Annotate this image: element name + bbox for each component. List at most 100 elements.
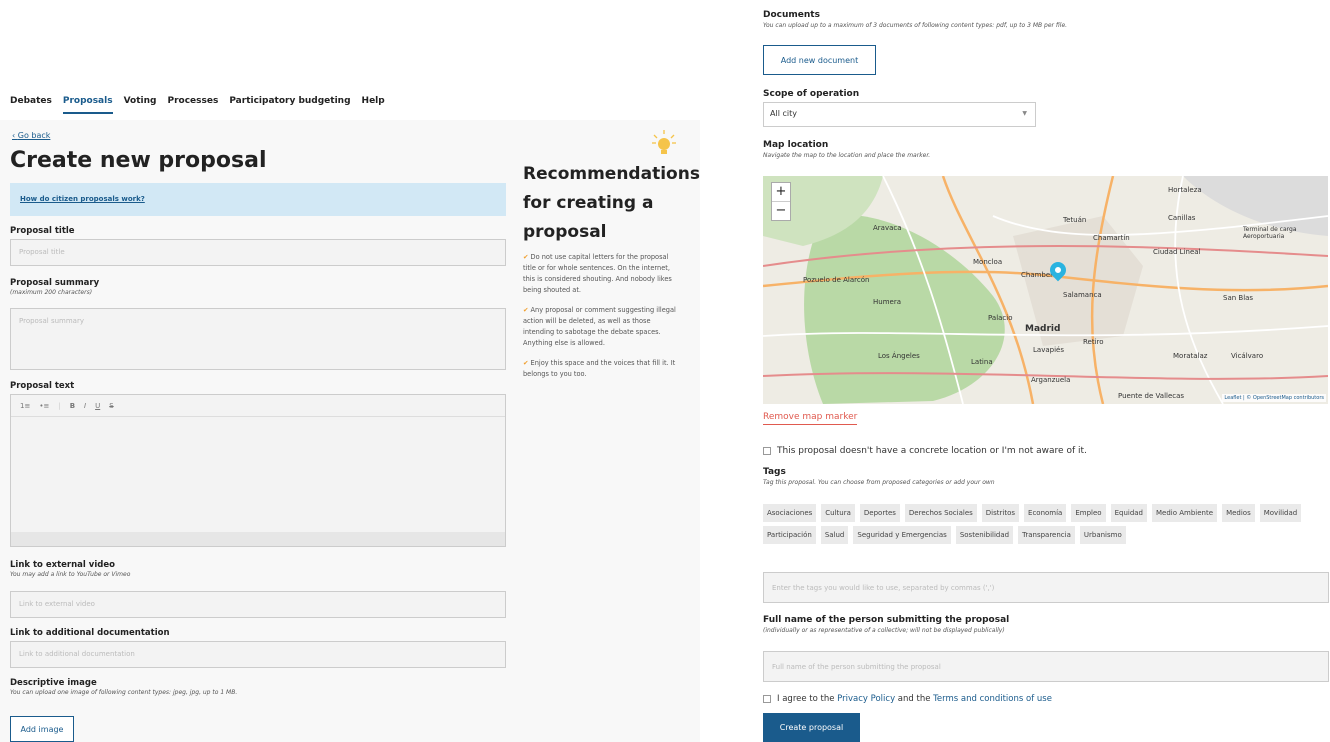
tag-chip[interactable]: Economía [1024, 504, 1067, 522]
map-label-madrid: Madrid [1025, 324, 1061, 334]
proposal-title-label: Proposal title [10, 226, 75, 236]
recommendation-text: Do not use capital letters for the propo… [523, 253, 672, 294]
bullet-list-icon[interactable]: •≡ [39, 402, 49, 410]
go-back-link[interactable]: ‹ Go back [12, 131, 50, 140]
docs-link-input[interactable]: Link to additional documentation [10, 641, 506, 668]
underline-icon[interactable]: U [95, 402, 100, 410]
image-hint: You can upload one image of following co… [10, 689, 238, 696]
bold-icon[interactable]: B [70, 402, 75, 410]
tag-chip[interactable]: Empleo [1071, 504, 1106, 522]
map-label-salamanca: Salamanca [1063, 291, 1102, 299]
scope-select[interactable]: All city ▼ [763, 102, 1036, 127]
tag-chip[interactable]: Transparencia [1018, 526, 1075, 544]
check-icon: ✔ [523, 306, 529, 314]
map-label-lavapies: Lavapiés [1033, 346, 1064, 354]
chevron-down-icon: ▼ [1022, 110, 1027, 117]
zoom-in-button[interactable]: + [772, 183, 790, 201]
fullname-input[interactable]: Full name of the person submitting the p… [763, 651, 1329, 682]
proposal-text-editor[interactable]: 1≡ •≡ | B I U S [10, 394, 506, 547]
map-attribution[interactable]: Leaflet | © OpenStreetMap contributors [1222, 394, 1326, 402]
terms-link[interactable]: Terms and conditions of use [933, 694, 1052, 704]
check-icon: ✔ [523, 253, 529, 261]
nav-proposals[interactable]: Proposals [62, 96, 113, 114]
tag-chip[interactable]: Seguridad y Emergencias [853, 526, 951, 544]
tag-chip[interactable]: Participación [763, 526, 816, 544]
help-callout: How do citizen proposals work? [10, 183, 506, 216]
documents-label: Documents [763, 10, 820, 20]
tags-label: Tags [763, 467, 786, 477]
image-label: Descriptive image [10, 678, 97, 688]
ordered-list-icon[interactable]: 1≡ [20, 402, 30, 410]
map-tiles [763, 176, 1328, 404]
nav-participatory-budgeting[interactable]: Participatory budgeting [229, 96, 350, 114]
recommendation-text: Any proposal or comment suggesting illeg… [523, 306, 676, 347]
recommendation-item: ✔ Enjoy this space and the voices that fi… [523, 358, 683, 380]
map-label-moncloa: Moncloa [973, 258, 1003, 266]
create-proposal-button[interactable]: Create proposal [763, 713, 860, 742]
tag-chip[interactable]: Derechos Sociales [904, 504, 977, 522]
tag-chip[interactable]: Deportes [859, 504, 900, 522]
map-label-san-blas: San Blas [1223, 294, 1254, 302]
fullname-label: Full name of the person submitting the p… [763, 615, 1010, 625]
map-label-retiro: Retiro [1083, 338, 1104, 346]
map-label-moratalaz: Moratalaz [1173, 352, 1208, 360]
tags-hint: Tag this proposal. You can choose from p… [763, 479, 995, 486]
map-label-vallecas: Puente de Vallecas [1118, 392, 1185, 400]
map-label-ciudad-lineal: Ciudad Lineal [1153, 248, 1201, 256]
help-link[interactable]: How do citizen proposals work? [20, 195, 145, 203]
map-label-canillas: Canillas [1168, 214, 1196, 222]
nav-help[interactable]: Help [362, 96, 385, 114]
privacy-policy-link[interactable]: Privacy Policy [837, 694, 895, 704]
map-label-chamartin: Chamartín [1093, 234, 1130, 242]
tag-chip[interactable]: Salud [820, 526, 849, 544]
recommendations-title: Recommendations for creating a proposal [523, 164, 700, 242]
tags-input[interactable]: Enter the tags you would like to use, se… [763, 572, 1329, 603]
tag-chip[interactable]: Urbanismo [1079, 526, 1126, 544]
documents-hint: You can upload up to a maximum of 3 docu… [763, 22, 1068, 29]
recommendations-list: ✔ Do not use capital letters for the prop… [523, 252, 683, 389]
terms-checkbox[interactable] [763, 694, 771, 703]
italic-icon[interactable]: I [84, 402, 86, 410]
proposal-title-input[interactable]: Proposal title [10, 239, 506, 266]
docs-link-label: Link to additional documentation [10, 628, 170, 638]
map-label-terminal: Terminal de carga Aeroportuaria [1243, 226, 1297, 240]
tag-chip[interactable]: Medio Ambiente [1152, 504, 1218, 522]
map-label-latina: Latina [971, 358, 993, 366]
lightbulb-icon [652, 130, 676, 160]
recommendation-text: Enjoy this space and the voices that fil… [523, 359, 676, 378]
tag-chip[interactable]: Distritos [981, 504, 1020, 522]
nav-debates[interactable]: Debates [10, 96, 52, 114]
scope-value: All city [770, 109, 797, 118]
no-location-checkbox[interactable] [763, 446, 771, 455]
zoom-out-button[interactable]: − [772, 201, 790, 220]
map-label-humera: Humera [873, 298, 901, 306]
map[interactable]: Pozuelo de Alarcón Madrid Hortaleza Tetu… [763, 176, 1328, 404]
check-icon: ✔ [523, 359, 529, 367]
tag-chip[interactable]: Movilidad [1259, 504, 1302, 522]
video-label: Link to external video [10, 560, 115, 570]
remove-marker-button[interactable]: Remove map marker [763, 412, 858, 425]
map-zoom-control: + − [771, 182, 791, 221]
tag-chip[interactable]: Cultura [821, 504, 855, 522]
proposal-summary-textarea[interactable]: Proposal summary [10, 308, 506, 370]
terms-row: I agree to the Privacy Policy and the Te… [763, 694, 1052, 704]
nav-processes[interactable]: Processes [167, 96, 218, 114]
map-label-hortaleza: Hortaleza [1168, 186, 1202, 194]
proposal-summary-hint: (maximum 200 characters) [10, 289, 93, 296]
map-label-los-angeles: Los Ángeles [878, 352, 920, 360]
tag-chip[interactable]: Asociaciones [763, 504, 817, 522]
nav-voting[interactable]: Voting [124, 96, 157, 114]
editor-statusbar [11, 532, 505, 546]
strikethrough-icon[interactable]: S [109, 402, 113, 410]
editor-toolbar: 1≡ •≡ | B I U S [11, 395, 505, 417]
scope-label: Scope of operation [763, 89, 860, 99]
video-input[interactable]: Link to external video [10, 591, 506, 618]
add-image-button[interactable]: Add image [10, 716, 74, 742]
tag-chip[interactable]: Sostenibilidad [955, 526, 1014, 544]
map-label-palacio: Palacio [988, 314, 1013, 322]
tag-list: Asociaciones Cultura Deportes Derechos S… [763, 504, 1323, 544]
map-label: Map location [763, 140, 829, 150]
tag-chip[interactable]: Medios [1222, 504, 1255, 522]
add-document-button[interactable]: Add new document [763, 45, 876, 75]
tag-chip[interactable]: Equidad [1110, 504, 1148, 522]
